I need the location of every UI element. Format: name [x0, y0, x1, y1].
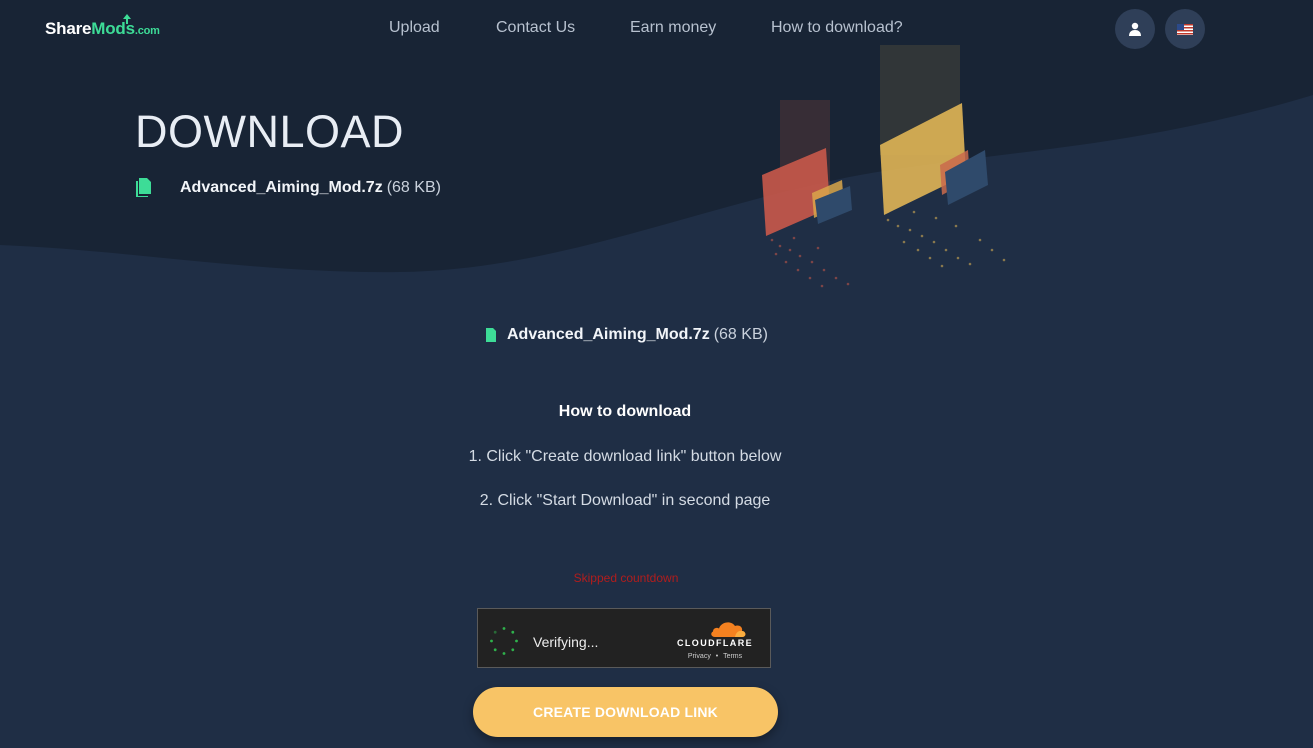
spinner-icon — [490, 627, 518, 655]
file-info: Advanced_Aiming_Mod.7z (68 KB) — [486, 326, 768, 344]
file-icon — [486, 328, 496, 342]
captcha-links: Privacy • Terms — [674, 653, 756, 660]
link-separator: • — [715, 653, 719, 660]
hero-file-info: Advanced_Aiming_Mod.7z (68 KB) — [136, 178, 441, 197]
file-name: Advanced_Aiming_Mod.7z — [507, 326, 710, 343]
file-size: (68 KB) — [713, 326, 768, 343]
create-download-link-button[interactable]: CREATE DOWNLOAD LINK — [473, 687, 778, 737]
terms-link[interactable]: Terms — [723, 653, 742, 660]
nav-upload[interactable]: Upload — [389, 19, 440, 37]
page-title: DOWNLOAD — [135, 106, 405, 157]
nav-earn-money[interactable]: Earn money — [630, 19, 716, 37]
captcha-status: Verifying... — [533, 634, 599, 650]
sharemods-logo[interactable]: ShareMods.com — [45, 14, 160, 39]
cloudflare-logo: CLOUDFLARE Privacy • Terms — [674, 619, 756, 665]
cloudflare-captcha-widget[interactable]: Verifying... CLOUDFLARE Privacy • Terms — [477, 608, 771, 668]
hero-file-size: (68 KB) — [386, 178, 441, 196]
user-icon — [1129, 22, 1141, 36]
howto-step-2: 2. Click "Start Download" in second page — [479, 492, 771, 509]
cloudflare-brand-text: CLOUDFLARE — [677, 638, 753, 648]
language-button[interactable] — [1165, 9, 1205, 49]
nav-contact-us[interactable]: Contact Us — [496, 19, 575, 37]
skipped-countdown-text: Skipped countdown — [573, 571, 679, 585]
logo-arrow-icon — [123, 14, 131, 24]
howto-title: How to download — [558, 403, 692, 420]
hero-file-name: Advanced_Aiming_Mod.7z — [180, 178, 383, 196]
file-icon — [136, 178, 151, 197]
cloudflare-cloud-icon — [711, 622, 746, 637]
howto-step-1: 1. Click "Create download link" button b… — [468, 448, 782, 465]
nav-how-to-download[interactable]: How to download? — [771, 19, 903, 37]
privacy-link[interactable]: Privacy — [688, 653, 711, 660]
top-navbar: ShareMods.com Upload Contact Us Earn mon… — [0, 0, 1313, 60]
us-flag-icon — [1177, 23, 1193, 35]
account-button[interactable] — [1115, 9, 1155, 49]
